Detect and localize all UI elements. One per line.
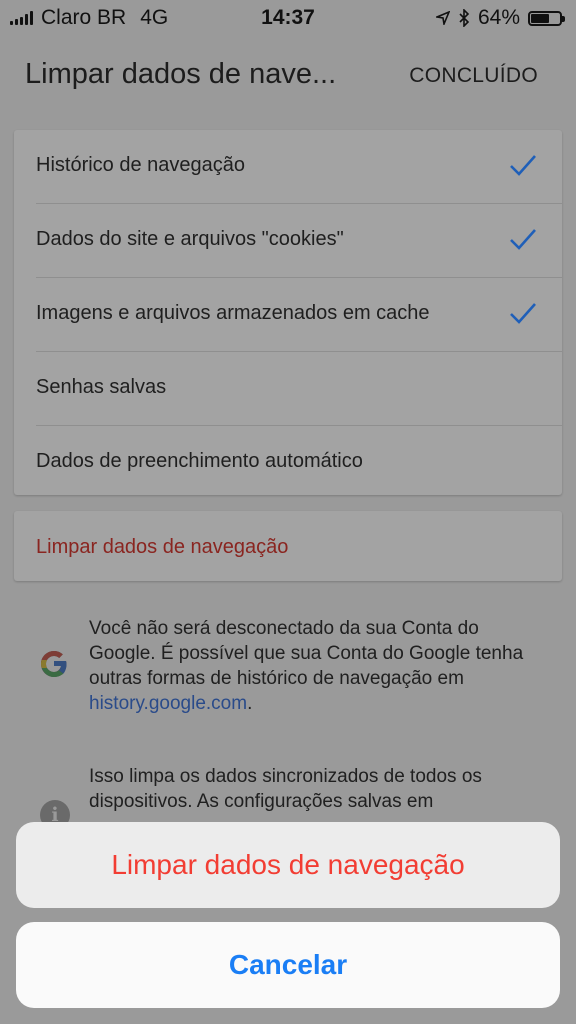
history-link[interactable]: history.google.com <box>89 693 247 714</box>
status-bar: Claro BR 4G 14:37 64% <box>0 0 576 40</box>
page-header: Limpar dados de nave... CONCLUÍDO <box>0 40 576 116</box>
option-label: Senhas salvas <box>36 376 167 398</box>
battery-percent: 64% <box>477 6 520 29</box>
notice-text-end: . <box>247 693 253 714</box>
bluetooth-icon <box>459 9 470 27</box>
option-browsing-history[interactable]: Histórico de navegação <box>36 130 562 204</box>
option-saved-passwords[interactable]: Senhas salvas <box>36 352 562 426</box>
done-button[interactable]: CONCLUÍDO <box>409 64 538 88</box>
options-card: Histórico de navegação Dados do site e a… <box>14 130 562 495</box>
option-label: Histórico de navegação <box>36 154 246 176</box>
option-label: Imagens e arquivos armazenados em cache <box>36 302 430 324</box>
option-cookies[interactable]: Dados do site e arquivos "cookies" <box>36 204 562 278</box>
option-cache[interactable]: Imagens e arquivos armazenados em cache <box>36 278 562 352</box>
option-label: Dados de preenchimento automático <box>36 450 363 472</box>
location-icon <box>435 11 450 25</box>
checkmark-icon <box>510 155 536 176</box>
battery-icon <box>528 10 565 26</box>
page-title: Limpar dados de nave... <box>25 58 337 90</box>
option-label: Dados do site e arquivos "cookies" <box>36 228 344 250</box>
notice-text-part: Você não será desconectado da sua Conta … <box>89 618 524 689</box>
checkmark-icon <box>510 303 536 324</box>
sync-notice-text: Isso limpa os dados sincronizados de tod… <box>89 766 482 812</box>
status-right: 64% <box>435 6 565 30</box>
clear-data-label: Limpar dados de navegação <box>36 536 289 558</box>
clear-data-button[interactable]: Limpar dados de navegação <box>14 511 562 581</box>
google-icon <box>41 651 67 677</box>
cancel-button[interactable]: Cancelar <box>16 922 560 1008</box>
checkmark-icon <box>510 229 536 250</box>
confirm-clear-button[interactable]: Limpar dados de navegação <box>16 822 560 908</box>
option-autofill[interactable]: Dados de preenchimento automático <box>36 426 562 499</box>
google-notice-text: Você não será desconectado da sua Conta … <box>89 616 539 716</box>
